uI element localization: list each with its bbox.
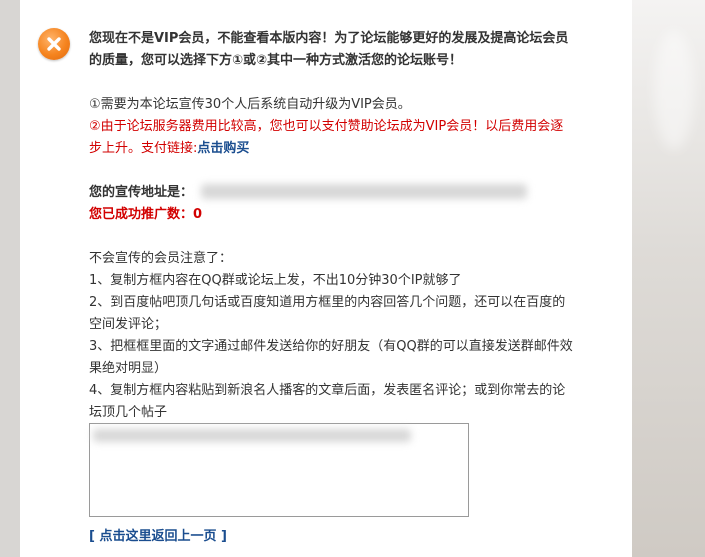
notice-headline-2: 的质量，您可以选择下方①或②其中一种方式激活您的论坛账号！	[89, 53, 463, 68]
promo-success-label: 您已成功推广数：	[89, 207, 194, 222]
tip-4-line-2: 坛顶几个帖子	[89, 405, 168, 420]
background-right	[632, 0, 705, 557]
notice-panel: 您现在不是VIP会员，不能查看本版内容！为了论坛能够更好的发展及提高论坛会员 的…	[20, 0, 632, 557]
tip-3-line-1: 3、把框框里面的文字通过邮件发送给你的好朋友（有QQ群的可以直接发送群邮件效	[89, 339, 573, 354]
option-2-line-2: 步上升。支付链接:点击购买	[89, 138, 249, 160]
notice-headline-1: 您现在不是VIP会员，不能查看本版内容！为了论坛能够更好的发展及提高论坛会员	[89, 31, 569, 46]
tips-heading: 不会宣传的会员注意了：	[89, 251, 233, 266]
tip-1: 1、复制方框内容在QQ群或论坛上发，不出10分钟30个IP就够了	[89, 273, 462, 288]
tip-2-line-2: 空间发评论；	[89, 317, 168, 332]
option-2-line-1: ②由于论坛服务器费用比较高，您也可以支付赞助论坛成为VIP会员！以后费用会逐	[89, 119, 564, 134]
back-link[interactable]: [ 点击这里返回上一页 ]	[89, 527, 227, 547]
option-1: ①需要为本论坛宣传30个人后系统自动升级为VIP会员。	[89, 97, 411, 112]
tip-3-line-2: 果绝对明显）	[89, 361, 168, 376]
promo-success-count: 0	[193, 207, 203, 222]
buy-link[interactable]: 点击购买	[197, 141, 249, 156]
tip-4-line-1: 4、复制方框内容粘贴到新浪名人播客的文章后面，发表匿名评论；或到你常去的论	[89, 383, 566, 398]
promo-success: 您已成功推广数：0	[89, 204, 202, 226]
close-icon	[47, 37, 61, 51]
promo-address-label: 您的宣传地址是：	[89, 185, 194, 200]
promo-address-value[interactable]	[201, 184, 527, 199]
background-left	[0, 0, 20, 557]
promo-text-content	[93, 429, 411, 442]
tip-2-line-1: 2、到百度帖吧顶几句话或百度知道用方框里的内容回答几个问题，还可以在百度的	[89, 295, 566, 310]
error-icon	[38, 28, 70, 60]
option-2-prefix: 步上升。支付链接:	[89, 141, 198, 156]
promo-text-box[interactable]	[89, 423, 469, 517]
